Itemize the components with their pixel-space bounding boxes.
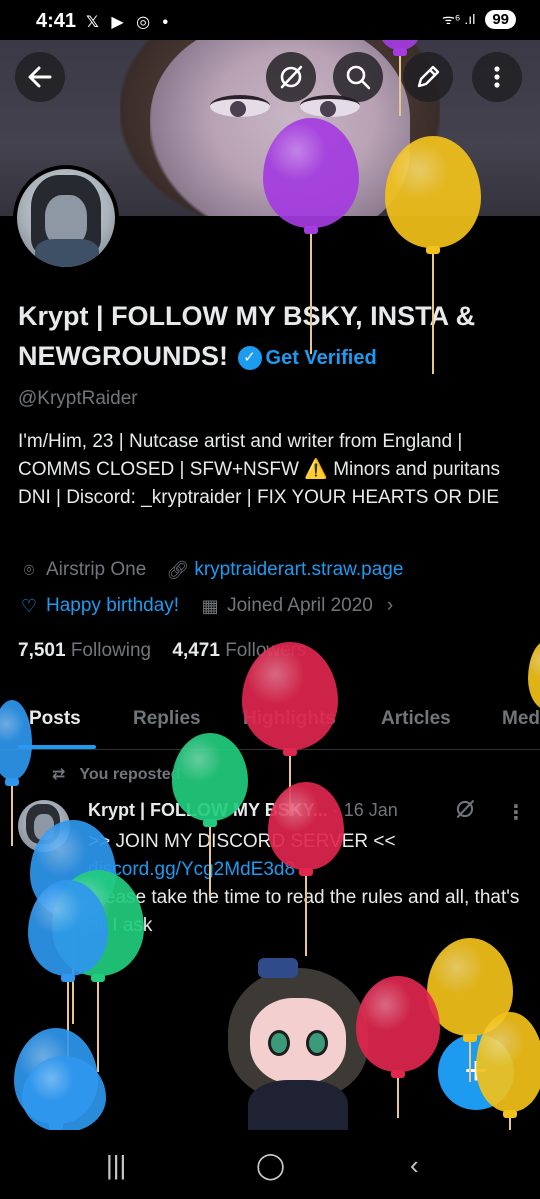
profile-handle: @KryptRaider <box>18 388 138 409</box>
edit-icon <box>417 65 440 88</box>
back-arrow-icon <box>28 66 52 88</box>
balloon-icon: ♡ <box>20 595 38 616</box>
edit-profile-button[interactable] <box>403 52 453 102</box>
status-right: ᯤ⁶ .ıl 99 <box>442 10 516 29</box>
search-button[interactable] <box>333 52 383 102</box>
repost-indicator: ⇄ You reposted <box>52 764 180 784</box>
verified-check-icon[interactable]: ✓ <box>237 345 262 370</box>
location-text: Airstrip One <box>46 559 147 580</box>
post-date: · 16 Jan <box>332 800 398 820</box>
signal-icon: ᯤ⁶ .ıl <box>441 11 476 27</box>
joined-text: Joined April 2020 <box>227 595 373 616</box>
notification-icons: 𝕏 ▶ ◎ • <box>86 14 173 31</box>
grok-icon <box>456 800 474 818</box>
tab-replies[interactable]: Replies <box>133 708 201 730</box>
post-line-2: Please take the time to read the rules a… <box>88 887 520 936</box>
follow-stats: 7,501 Following 4,471 Followers <box>18 640 307 662</box>
banner-art-eye <box>210 95 270 117</box>
home-icon[interactable]: ◯ <box>256 1150 285 1181</box>
post-avatar[interactable] <box>18 800 70 852</box>
more-button[interactable] <box>472 52 522 102</box>
post-link[interactable]: discord.gg/Ycg2MdE3d8 <box>88 856 528 884</box>
post-more-icon[interactable]: ⋮ <box>506 800 526 825</box>
post-author[interactable]: Krypt | FOLLOW MY BSKY... <box>88 800 328 820</box>
grok-icon <box>280 65 303 89</box>
post-header: Krypt | FOLLOW MY BSKY... · 16 Jan <box>88 800 398 821</box>
status-time: 4:41 <box>36 10 77 32</box>
repost-label: You reposted <box>79 766 181 783</box>
profile-bio: I'm/Him, 23 | Nutcase artist and writer … <box>18 431 501 508</box>
battery-indicator: 99 <box>485 10 516 29</box>
tab-posts[interactable]: Posts <box>29 708 81 730</box>
profile-meta-row-2: ♡ Happy birthday! ▦ Joined April 2020 › <box>18 595 393 617</box>
compose-post-button[interactable]: + <box>438 1034 514 1110</box>
get-verified-link[interactable]: Get Verified <box>266 347 377 369</box>
back-button[interactable] <box>15 52 65 102</box>
profile-meta-row-1: ⌾ Airstrip One 🔗︎ kryptraiderart.straw.p… <box>18 559 404 581</box>
avatar-image <box>17 169 115 267</box>
calendar-icon: ▦ <box>201 595 219 616</box>
tab-articles[interactable]: Articles <box>381 708 451 730</box>
repost-icon: ⇄ <box>52 766 66 783</box>
profile-name: Krypt | FOLLOW MY BSKY, INSTA & NEWGROUN… <box>18 296 518 378</box>
more-icon <box>494 66 500 88</box>
profile-tabs: Posts Replies Highlights Articles Media <box>0 690 540 750</box>
profile-avatar[interactable] <box>13 165 119 271</box>
tab-highlights[interactable]: Highlights <box>243 708 336 730</box>
following-stat[interactable]: 7,501 Following <box>18 640 151 661</box>
location-icon: ⌾ <box>23 559 35 580</box>
back-icon[interactable]: ‹ <box>410 1150 419 1181</box>
active-tab-indicator <box>18 745 96 749</box>
website-link[interactable]: kryptraiderart.straw.page <box>194 559 403 581</box>
status-bar: 4:41 𝕏 ▶ ◎ • ᯤ⁶ .ıl 99 <box>0 0 540 40</box>
link-icon: 🔗︎ <box>166 559 190 580</box>
search-icon <box>346 65 371 90</box>
post-line-1: >> JOIN MY DISCORD SERVER << <box>88 831 396 852</box>
tab-media[interactable]: Media <box>502 708 540 730</box>
system-nav-bar: ||| ◯ ‹ <box>0 1130 540 1199</box>
recents-icon[interactable]: ||| <box>106 1150 126 1181</box>
post-grok-button[interactable] <box>454 798 476 825</box>
post-body: >> JOIN MY DISCORD SERVER << discord.gg/… <box>88 828 528 940</box>
followers-stat[interactable]: 4,471 Followers <box>172 640 306 661</box>
grok-button[interactable] <box>266 52 316 102</box>
chevron-right-icon[interactable]: › <box>387 595 393 617</box>
birthday-text[interactable]: Happy birthday! <box>46 595 179 617</box>
post-media-image[interactable] <box>218 958 378 1140</box>
